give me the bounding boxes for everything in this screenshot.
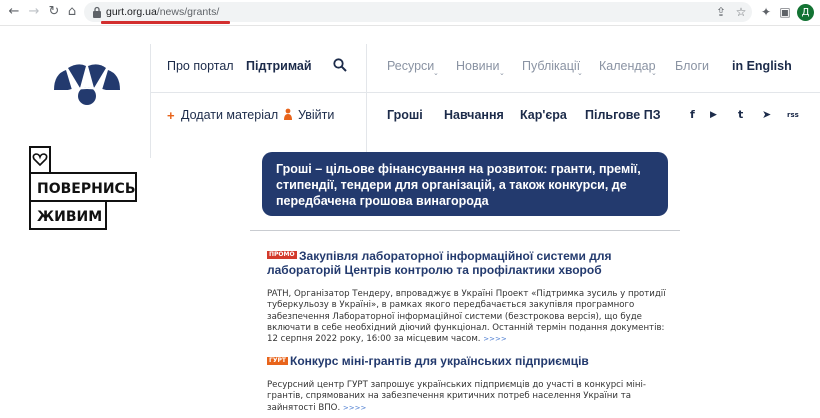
- profile-avatar[interactable]: Д: [797, 4, 814, 21]
- nav-career[interactable]: Кар'єра: [520, 108, 567, 122]
- lock-icon[interactable]: [92, 6, 102, 18]
- url-highlight-underline: [101, 21, 230, 24]
- page-title: Гроші – цільове фінансування на розвиток…: [262, 152, 668, 216]
- chevron-down-icon: ⌄: [651, 69, 657, 77]
- share-icon[interactable]: ⇪: [713, 4, 729, 20]
- read-more-link[interactable]: >>>>: [343, 404, 366, 412]
- gurt-logo[interactable]: [50, 60, 124, 112]
- nav-calendar[interactable]: Календар: [599, 59, 656, 73]
- nav-education[interactable]: Навчання: [444, 108, 504, 122]
- reload-icon[interactable]: ↻: [46, 4, 62, 20]
- banner-line2: ЖИВИМ: [37, 209, 102, 225]
- header-divider-left: [150, 44, 151, 158]
- address-bar[interactable]: gurt.org.ua/news/grants/: [84, 2, 752, 22]
- url-domain: gurt.org.ua: [106, 6, 157, 18]
- nav-money[interactable]: Гроші: [387, 108, 423, 122]
- article-title-link[interactable]: Закупівля лабораторної інформаційної сис…: [267, 249, 667, 277]
- content-divider: [250, 230, 680, 231]
- add-material-link[interactable]: Додати матеріал: [181, 108, 278, 122]
- facebook-icon[interactable]: f: [690, 108, 695, 122]
- search-icon[interactable]: [333, 58, 347, 72]
- chevron-down-icon: ⌄: [499, 69, 505, 77]
- twitter-icon[interactable]: t: [738, 108, 743, 122]
- forward-icon[interactable]: →: [26, 4, 42, 20]
- extensions-icon[interactable]: ✦: [758, 4, 774, 20]
- nav-blogs[interactable]: Блоги: [675, 59, 709, 73]
- url-path: /news/grants/: [156, 6, 220, 18]
- back-icon[interactable]: ←: [6, 4, 22, 20]
- read-more-link[interactable]: >>>>: [483, 335, 506, 343]
- banner-line1: ПОВЕРНИСЬ: [37, 181, 136, 197]
- plus-icon: +: [167, 108, 175, 123]
- header-divider-horizontal: [150, 92, 820, 93]
- star-icon[interactable]: ☆: [733, 4, 749, 20]
- chevron-down-icon: ⌄: [577, 69, 583, 77]
- return-alive-banner[interactable]: ПОВЕРНИСЬ ЖИВИМ: [29, 146, 137, 230]
- home-icon[interactable]: ⌂: [64, 4, 80, 20]
- nav-publications[interactable]: Публікації: [522, 59, 580, 73]
- article-summary: PATH, Організатор Тендеру, впроваджує в …: [267, 289, 667, 345]
- nav-about[interactable]: Про портал: [167, 59, 234, 73]
- chevron-down-icon: ⌄: [433, 69, 439, 77]
- sidepanel-icon[interactable]: ▣: [777, 4, 793, 20]
- login-link[interactable]: Увійти: [298, 108, 334, 122]
- nav-english[interactable]: in English: [732, 59, 792, 73]
- article-summary: Ресурсний центр ГУРТ запрошує українськи…: [267, 380, 667, 414]
- article-summary-text: Ресурсний центр ГУРТ запрошує українськи…: [267, 380, 646, 413]
- article-summary-text: PATH, Організатор Тендеру, впроваджує в …: [267, 289, 666, 345]
- nav-news[interactable]: Новини: [456, 59, 500, 73]
- nav-software[interactable]: Пільгове ПЗ: [585, 108, 661, 122]
- rss-icon[interactable]: rss: [787, 108, 799, 122]
- user-icon: [284, 108, 292, 120]
- nav-support[interactable]: Підтримай: [246, 59, 312, 73]
- url-text[interactable]: gurt.org.ua/news/grants/: [106, 6, 219, 18]
- header-divider-mid: [366, 44, 367, 158]
- telegram-icon[interactable]: ➤: [762, 108, 771, 122]
- article-title-link[interactable]: Конкурс міні-грантів для українських під…: [290, 354, 670, 368]
- gurt-badge: ГУРТ: [267, 357, 288, 365]
- nav-resources[interactable]: Ресурси: [387, 59, 434, 73]
- youtube-icon[interactable]: ▶: [710, 108, 717, 122]
